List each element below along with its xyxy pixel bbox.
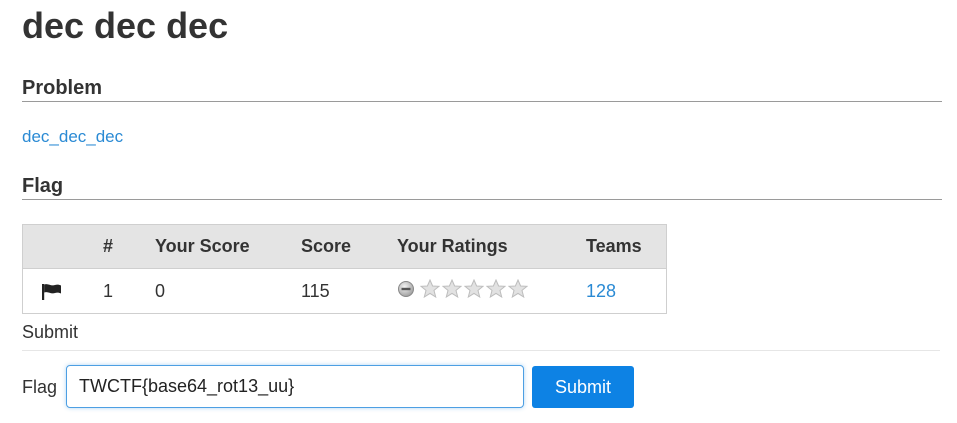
flag-heading: Flag <box>22 174 942 200</box>
column-header-your-ratings: Your Ratings <box>397 224 586 269</box>
rating-widget <box>397 278 529 299</box>
rating-star-1-icon[interactable] <box>419 278 441 299</box>
rating-star-2-icon[interactable] <box>441 278 463 299</box>
challenge-page: dec dec dec Problem dec_dec_dec Flag # Y… <box>0 0 957 423</box>
column-header-teams: Teams <box>586 224 667 269</box>
rating-star-5-icon[interactable] <box>507 278 529 299</box>
page-title: dec dec dec <box>22 5 229 46</box>
form-divider <box>22 350 940 351</box>
rating-star-4-icon[interactable] <box>485 278 507 299</box>
row-your-ratings <box>397 269 586 314</box>
row-your-score: 0 <box>155 280 166 301</box>
problem-heading: Problem <box>22 76 942 102</box>
flag-input[interactable] <box>66 365 524 408</box>
row-number: 1 <box>103 280 114 301</box>
row-score: 115 <box>301 280 330 301</box>
column-header-your-score: Your Score <box>155 224 301 269</box>
cancel-rating-icon[interactable] <box>397 280 415 298</box>
column-header-number: # <box>103 224 155 269</box>
rating-star-3-icon[interactable] <box>463 278 485 299</box>
column-header-score: Score <box>301 224 397 269</box>
score-table: # Your Score Score Your Ratings Teams 1 <box>22 224 667 314</box>
table-row: 1 0 115 128 <box>22 268 667 314</box>
submit-button[interactable]: Submit <box>532 366 634 408</box>
teams-count-link[interactable]: 128 <box>586 281 616 301</box>
row-teams: 128 <box>586 269 667 314</box>
column-header-icon <box>22 224 103 269</box>
submit-heading: Submit <box>22 322 79 342</box>
table-header-row: # Your Score Score Your Ratings Teams <box>22 224 667 269</box>
flag-field-label: Flag <box>22 377 58 397</box>
flag-icon <box>41 283 63 301</box>
row-icon-cell <box>23 269 104 314</box>
problem-file-link[interactable]: dec_dec_dec <box>22 127 123 147</box>
